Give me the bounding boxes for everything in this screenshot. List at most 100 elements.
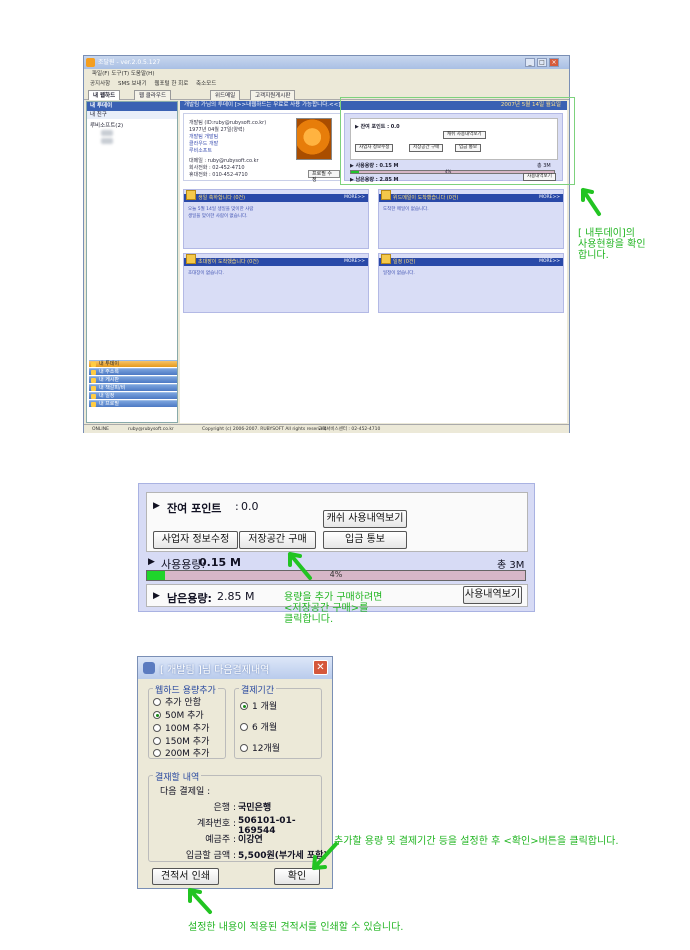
radio-label: 12개월 [252, 744, 281, 754]
profile-line: 휴대전화 : 010-452-4710 [189, 172, 248, 178]
menu-tools[interactable]: 도구(T) [111, 71, 129, 77]
callout-line: [ 내투데이]의 [578, 228, 635, 239]
remain-label: 남은용량: [167, 592, 212, 605]
more-link[interactable]: MORE>> [539, 194, 560, 202]
callout-line: 용량을 추가 구매하려면 [284, 592, 383, 603]
menu-bar: 파일(F) 도구(T) 도움말(H) [84, 69, 569, 79]
minimize-button[interactable]: _ [525, 58, 535, 67]
arrow-icon [288, 552, 312, 580]
more-link[interactable]: MORE>> [539, 258, 560, 266]
nav-bookmark[interactable]: 내 책갈피/비 [89, 384, 177, 391]
panel-body: 오늘 5월 14일 생일을 맞이한 사람 생일을 맞이한 사람이 없습니다. [188, 206, 253, 220]
nav-schedule[interactable]: 내 일정 [89, 392, 177, 399]
usage-history-button[interactable]: 사용내역보기 [463, 586, 522, 604]
mail-icon [381, 190, 391, 200]
profile-edit-button[interactable]: 프로필 수정 [308, 170, 340, 183]
toolbar-mini-mode[interactable]: 축소모드 [196, 81, 216, 87]
nav-today[interactable]: 내 투데이 [89, 360, 177, 367]
panel-header: 초대장이 도착했습니다 (0건) MORE>> [184, 254, 368, 266]
dialog-icon [143, 662, 155, 674]
profile-info: 개발팀 (ID:ruby@rubysoft.co.kr) 1977년 04월 2… [189, 120, 266, 179]
triangle-icon: ▶ [153, 591, 160, 601]
account-label: 계좌번호 : [196, 819, 236, 829]
panel-title: 일정 (0건) [393, 259, 416, 265]
capacity-option-none[interactable]: 추가 안함 [153, 695, 201, 708]
callout-buy: 용량을 추가 구매하려면 <저장공간 구매>를 클릭합니다. [284, 592, 382, 625]
panel-header: 생일 축하합니다 (0건) MORE>> [184, 190, 368, 202]
maximize-button[interactable]: □ [537, 58, 547, 67]
cash-history-button[interactable]: 캐쉬 사용내역보기 [323, 510, 407, 528]
deposit-notify-button[interactable]: 입금 통보 [323, 531, 407, 549]
sidebar-title: 내 투데이 [87, 102, 177, 111]
panel-mail: 위드메일이 도착했습니다 (0건) MORE>> 도착한 메일이 없습니다. [378, 189, 564, 249]
profile-photo [296, 118, 332, 160]
blurred-contact [101, 130, 113, 136]
status-bar: ONLINE ruby@rubysoft.co.kr Copyright (c)… [84, 424, 569, 433]
menu-file[interactable]: 파일(F) [92, 71, 110, 77]
close-button[interactable]: × [549, 58, 559, 67]
toolbar-notice[interactable]: 공지사항 [90, 81, 110, 87]
panel-title: 생일 축하합니다 (0건) [198, 195, 246, 201]
nav-profile[interactable]: 내 프로필 [89, 400, 177, 407]
arrow-icon [188, 888, 212, 914]
toolbar-portal[interactable]: 웹포털 한 회로 [154, 81, 188, 87]
period-option-12m[interactable]: 12개월 [240, 741, 280, 754]
amount-label: 입금할 금액 : [185, 851, 236, 861]
status-online: ONLINE [92, 427, 109, 432]
calendar-icon [381, 254, 391, 264]
toolbar-sms[interactable]: SMS 보내기 [118, 81, 147, 87]
tab-support[interactable]: 고객지원게시판 [250, 90, 296, 100]
holder-value: 이강연 [238, 835, 263, 845]
period-option-1m[interactable]: 1 개월 [240, 699, 277, 712]
points-colon: : [235, 500, 239, 513]
capacity-option-50m[interactable]: 50M 추가 [153, 708, 204, 721]
app-logo-icon [86, 58, 95, 67]
arrow-icon [581, 188, 601, 216]
highlight-box [340, 97, 575, 185]
points-value: 0.0 [241, 500, 259, 513]
radio-label: 6 개월 [252, 723, 278, 733]
print-estimate-button[interactable]: 견적서 인쇄 [152, 868, 219, 885]
dialog-close-button[interactable]: ✕ [313, 660, 328, 675]
radio-label: 50M 추가 [165, 711, 204, 721]
status-support: 고객서비스센터 : 02-452-4710 [318, 427, 381, 432]
period-option-6m[interactable]: 6 개월 [240, 720, 277, 733]
panel-line: 오늘 5월 14일 생일을 맞이한 사람 [188, 207, 254, 212]
tab-cloud[interactable]: 웹 클라우드 [134, 90, 172, 100]
points-label: 잔여 포인트 [167, 502, 222, 515]
radio-label: 100M 추가 [165, 724, 210, 734]
more-link[interactable]: MORE>> [344, 194, 365, 202]
banner-text: 개발팀 가님의 투데이 [>>내웹하드는 무료로 사용 가능합니다.<<] [184, 102, 341, 108]
radio-label: 1 개월 [252, 702, 278, 712]
capacity-option-100m[interactable]: 100M 추가 [153, 721, 209, 734]
tab-withmail[interactable]: 위드메일 [210, 90, 241, 100]
callout-line: <저장공간 구매>를 [284, 603, 369, 614]
more-link[interactable]: MORE>> [344, 258, 365, 266]
profile-line: 개발팀 (ID:ruby@rubysoft.co.kr) [189, 120, 267, 126]
capacity-option-200m[interactable]: 200M 추가 [153, 746, 209, 759]
profile-line: 1977년 04월 27일(양력) [189, 127, 245, 133]
callout-line: 합니다. [578, 250, 609, 261]
dialog-titlebar: [ 개발팀 ]님 다음결제내역 ✕ [138, 657, 332, 679]
sidebar-friends[interactable]: 내 친구 [87, 111, 177, 119]
buy-storage-button[interactable]: 저장공간 구매 [239, 531, 316, 549]
callout-line: 클릭합니다. [284, 614, 334, 625]
callout-line: 사용현황을 확인 [578, 239, 646, 250]
sidebar: 내 투데이 내 친구 루비소프트(2) 내 투데이 내 주소록 내 게시판 내 … [86, 101, 178, 423]
status-user: ruby@rubysoft.co.kr [128, 427, 174, 432]
business-info-button[interactable]: 사업자 정보수정 [153, 531, 238, 549]
profile-line: 루비소프트 [189, 148, 213, 154]
tab-webhard[interactable]: 내 웹하드 [88, 90, 121, 100]
tree-item-rubysoft[interactable]: 루비소프트(2) [90, 121, 123, 129]
menu-help[interactable]: 도움말(H) [131, 71, 155, 77]
panel-line: 초대장이 없습니다. [188, 271, 224, 276]
used-value: 0.15 M [199, 556, 241, 569]
holder-label: 예금주 : [205, 835, 236, 845]
panel-title: 위드메일이 도착했습니다 (0건) [393, 195, 459, 201]
nav-address[interactable]: 내 주소록 [89, 368, 177, 375]
usage-percent: 4% [329, 570, 343, 579]
nav-board[interactable]: 내 게시판 [89, 376, 177, 383]
panel-birthday: 생일 축하합니다 (0건) MORE>> 오늘 5월 14일 생일을 맞이한 사… [183, 189, 369, 249]
panel-line: 도착한 메일이 없습니다. [383, 207, 429, 212]
payment-dialog: [ 개발팀 ]님 다음결제내역 ✕ 웹하드 용량추가 추가 안함 50M 추가 … [137, 656, 333, 889]
